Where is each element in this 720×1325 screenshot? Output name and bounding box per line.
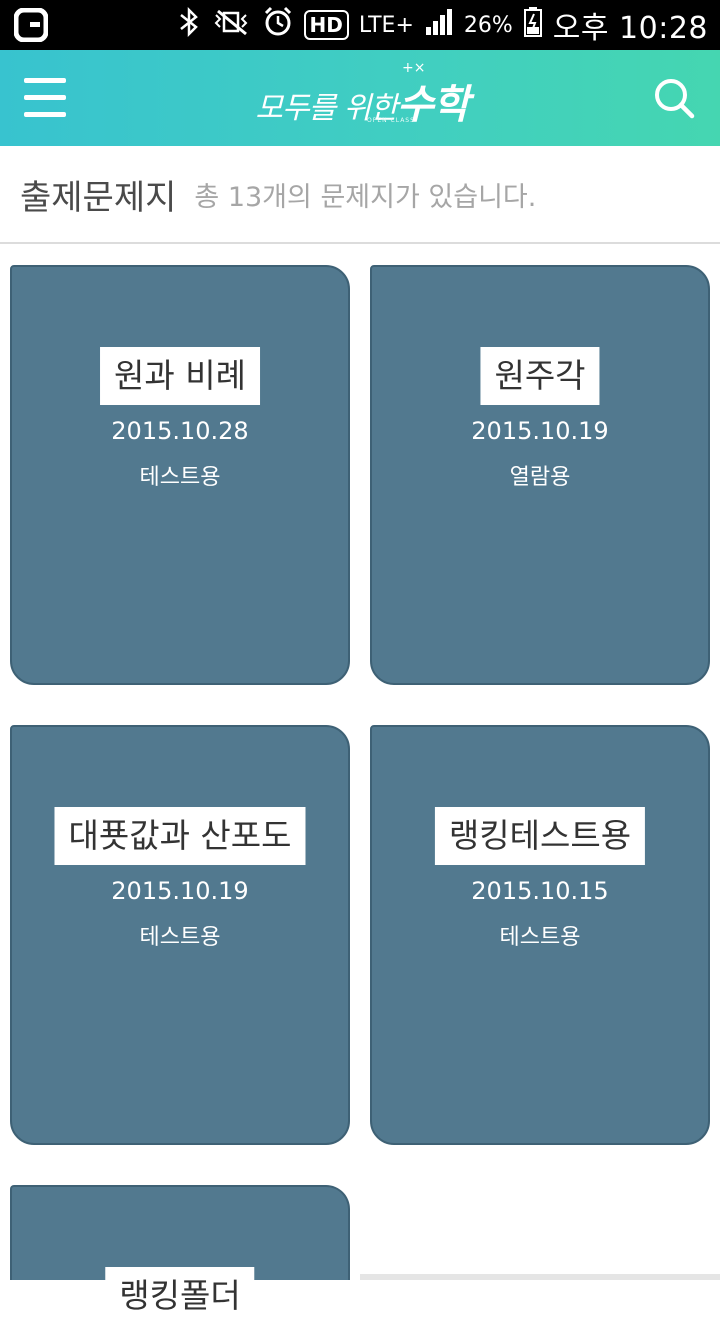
card-date: 2015.10.15 xyxy=(471,877,609,905)
card-title: 원과 비례 xyxy=(100,347,260,405)
battery-percent: 26% xyxy=(463,12,513,38)
card-tag: 테스트용 xyxy=(499,925,581,950)
card-date: 2015.10.19 xyxy=(111,877,249,905)
page-header: 출제문제지 총 13개의 문제지가 있습니다. xyxy=(0,146,720,244)
worksheet-card[interactable]: 대푯값과 산포도 2015.10.19 테스트용 xyxy=(10,725,350,1145)
card-tag: 테스트용 xyxy=(139,465,221,490)
card-title: 랭킹테스트용 xyxy=(434,807,646,865)
page-title: 출제문제지 xyxy=(20,177,177,218)
app-logo[interactable]: 모두를 위한수학 +× OPEN CLASS xyxy=(255,60,469,140)
battery-icon xyxy=(523,6,543,45)
page-count: 총 13개의 문제지가 있습니다. xyxy=(194,181,537,213)
status-left xyxy=(14,8,48,42)
worksheet-card[interactable]: 랭킹테스트용 2015.10.15 테스트용 xyxy=(370,725,710,1145)
card-date: 2015.10.19 xyxy=(471,417,609,445)
worksheet-card[interactable]: 랭킹폴더 xyxy=(10,1185,350,1325)
signal-icon xyxy=(424,7,454,44)
hamburger-menu-icon[interactable] xyxy=(24,78,68,118)
logo-mark: +× xyxy=(402,60,426,76)
card-date: 2015.10.28 xyxy=(111,417,249,445)
card-title: 원주각 xyxy=(480,347,600,405)
divider xyxy=(360,1274,720,1280)
card-title: 랭킹폴더 xyxy=(105,1267,255,1325)
worksheet-card[interactable]: 원주각 2015.10.19 열람용 xyxy=(370,265,710,685)
logo-sub: OPEN CLASS xyxy=(367,117,415,124)
worksheet-card[interactable]: 원과 비례 2015.10.28 테스트용 xyxy=(10,265,350,685)
logo-text: 모두를 위한수학 xyxy=(255,81,469,128)
card-title: 대푯값과 산포도 xyxy=(54,807,306,865)
bluetooth-icon xyxy=(176,6,202,44)
card-tag: 열람용 xyxy=(509,465,571,490)
status-time: 오후 10:28 xyxy=(552,11,708,46)
status-bar: HD LTE+ 26% 오후 10:28 xyxy=(0,0,720,50)
alarm-icon xyxy=(262,6,294,45)
carrier-g-icon xyxy=(14,8,48,42)
search-icon[interactable] xyxy=(652,76,698,122)
status-right: HD LTE+ 26% 오후 10:28 xyxy=(176,3,708,47)
card-tag: 테스트용 xyxy=(139,925,221,950)
vibrate-mute-icon xyxy=(212,7,252,44)
hd-voice-badge: HD xyxy=(303,10,349,40)
network-type: LTE+ xyxy=(358,12,414,38)
